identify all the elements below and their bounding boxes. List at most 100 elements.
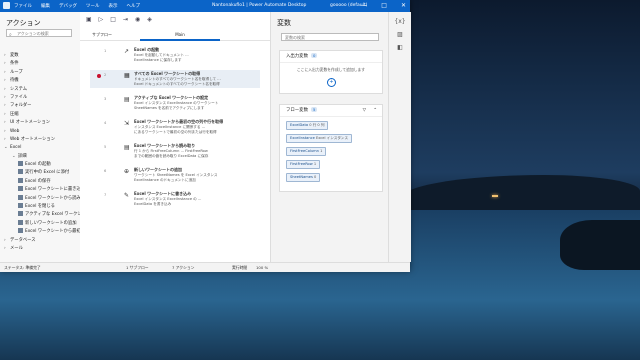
- action-tree-label: Web: [10, 128, 20, 134]
- menu-edit[interactable]: 編集: [41, 3, 50, 9]
- web-recorder-icon[interactable]: ◈: [147, 16, 152, 23]
- flow-variable-chip[interactable]: FirstFreeRow 1: [286, 160, 321, 169]
- action-tree-item[interactable]: Excel を閉じる: [4, 203, 80, 211]
- excel-action-icon: ↗: [124, 48, 130, 55]
- menu-tools[interactable]: ツール: [86, 3, 100, 9]
- action-tree-item[interactable]: アクティブな Excel ワークシート...: [4, 211, 80, 219]
- flow-step[interactable]: 2 ▦ すべての Excel ワークシートの取得 ドキュメントのすべてのワークシート名…: [90, 70, 260, 88]
- action-tree-label: フォルダー: [10, 103, 32, 109]
- status-text: ステータス: 準備完了: [4, 265, 41, 270]
- desktop-hill: [400, 175, 640, 215]
- variable-value: 1: [320, 149, 323, 153]
- action-tree-item[interactable]: Excel の起動: [4, 161, 80, 169]
- action-tree-item[interactable]: 新しいワークシートの追加: [4, 219, 80, 228]
- io-variables-header[interactable]: 入出力変数 0: [280, 51, 382, 63]
- flow-variables-label: フロー変数: [286, 108, 308, 113]
- menu-view[interactable]: 表示: [109, 3, 118, 9]
- stop-icon[interactable]: □: [110, 16, 116, 23]
- action-tree-item[interactable]: › ファイル: [4, 94, 80, 102]
- images-rail-icon[interactable]: ▨: [389, 31, 411, 38]
- action-tree-item[interactable]: › UI オートメーション: [4, 119, 80, 127]
- collapse-icon[interactable]: ⌃: [373, 105, 377, 116]
- action-tree-item[interactable]: Excel ワークシートから読み込む: [4, 194, 80, 203]
- flow-designer: ▣ ▷ □ ⇥ ◉ ◈ サブフロー Main 1 ↗ Excel の起動 Excel …: [80, 12, 270, 262]
- action-tree-item[interactable]: ⌄ 詳細: [4, 153, 80, 161]
- ui-elements-rail-icon[interactable]: ◧: [389, 44, 411, 51]
- menu-help[interactable]: ヘルプ: [127, 3, 141, 9]
- menu-debug[interactable]: デバッグ: [59, 3, 77, 9]
- excel-action-icon: ⊕: [124, 168, 130, 175]
- step-number: 6: [104, 169, 107, 173]
- flow-variable-chip[interactable]: ExcelInstance Excel インスタンス: [286, 134, 353, 143]
- breakpoint-icon[interactable]: [97, 74, 101, 78]
- action-icon: [18, 194, 23, 200]
- action-tree-item[interactable]: › 圧縮: [4, 111, 80, 119]
- save-icon[interactable]: ▣: [86, 16, 92, 23]
- action-tree-item[interactable]: › メール: [4, 245, 80, 253]
- action-tree-item[interactable]: › 待機: [4, 77, 80, 85]
- flow-step[interactable]: 7 ✎ Excel ワークシートに書き込み Excel インスタンス ExcelIns…: [90, 190, 260, 208]
- tab-main[interactable]: Main: [140, 30, 220, 41]
- step-description: 行 1 から FirstFreeColumn ... FirstFreeRow …: [134, 149, 209, 158]
- flow-step[interactable]: 4 ⇲ Excel ワークシートから最初の空の列や行を取得 インスタンス ExcelI…: [90, 118, 260, 136]
- window-title: Nantonakuflo1 | Power Automate Desktop: [212, 3, 307, 8]
- variables-search-input[interactable]: 変数の検索: [281, 33, 379, 41]
- actions-pane: アクション ⌕ アクションの検索 › 変数 › 条件 › ループ › 待機 › システム › ファイル…: [0, 12, 81, 262]
- variable-name: SheetNames: [290, 175, 313, 179]
- flow-step[interactable]: 5 ▤ Excel ワークシートから読み取り行 1 から FirstFreeColu…: [90, 142, 260, 160]
- action-tree-label: Excel ワークシートから読み込む: [25, 195, 80, 201]
- action-tree-item[interactable]: › Web オートメーション: [4, 136, 80, 144]
- action-tree-item[interactable]: Excel ワークシートに書き込む: [4, 186, 80, 194]
- step-number: 5: [104, 145, 107, 149]
- flow-step[interactable]: 6 ⊕ 新しいワークシートの追加 ワークシート SheetNames を Excel …: [90, 166, 260, 184]
- action-tree-item[interactable]: › システム: [4, 86, 80, 94]
- action-tree-label: Excel: [10, 145, 22, 151]
- action-tree-label: UI オートメーション: [10, 120, 51, 126]
- action-tree-label: 新しいワークシートの追加: [25, 220, 77, 226]
- filter-icon[interactable]: ▽: [363, 105, 366, 116]
- flow-step[interactable]: 3 ▤ アクティブな Excel ワークシートの設定 Excel インスタンス Exc…: [90, 94, 260, 112]
- step-number: 7: [104, 193, 107, 197]
- maximize-button[interactable]: □: [381, 2, 387, 9]
- action-tree-item[interactable]: › データベース: [4, 237, 80, 245]
- variable-name: FirstFreeRow: [290, 162, 313, 166]
- action-tree-item[interactable]: Excel ワークシートから最初...: [4, 228, 80, 236]
- action-tree-label: システム: [10, 86, 28, 92]
- flow-variable-chip[interactable]: FirstFreeColumn 1: [286, 147, 327, 156]
- flow-step[interactable]: 1 ↗ Excel の起動 Excel を起動してドキュメント ... ExcelIn…: [90, 46, 260, 64]
- action-tree-item[interactable]: › Web: [4, 128, 80, 136]
- subflows-dropdown[interactable]: サブフロー: [92, 32, 112, 38]
- flow-variable-chip[interactable]: SheetNames 0: [286, 173, 321, 182]
- actions-search-input[interactable]: ⌕ アクションの検索: [6, 29, 72, 38]
- step-description: インスタンス ExcelInstance に関係する ... にあるワークシート…: [134, 125, 217, 134]
- excel-action-icon: ▤: [124, 144, 130, 151]
- variables-rail-icon[interactable]: {x}: [389, 18, 411, 25]
- action-tree-label: Web オートメーション: [10, 136, 56, 142]
- close-button[interactable]: ✕: [401, 2, 406, 9]
- flow-variables-header[interactable]: フロー変数 5 ▽ ⌃: [280, 105, 382, 117]
- action-tree-label: メール: [10, 245, 23, 251]
- action-tree-item[interactable]: › ループ: [4, 69, 80, 77]
- action-tree-item[interactable]: › 変数: [4, 52, 80, 60]
- zoom-level[interactable]: 100 %: [256, 265, 268, 270]
- action-tree-label: Excel の起動: [25, 162, 51, 168]
- flow-variable-chip[interactable]: ExcelData 0 行 0 列: [286, 121, 329, 130]
- step-number: 2: [104, 73, 107, 77]
- action-tree-item[interactable]: › 条件: [4, 60, 80, 68]
- action-tree-item[interactable]: › フォルダー: [4, 102, 80, 110]
- add-io-variable-icon[interactable]: +: [327, 78, 336, 87]
- step-description: Excel インスタンス ExcelInstance のワークシート Sheet…: [134, 101, 219, 110]
- io-variables-label: 入出力変数: [286, 54, 308, 59]
- menu-bar: ファイル 編集 デバッグ ツール 表示 ヘルプ: [14, 3, 140, 9]
- run-time: 実行時間: [232, 265, 248, 270]
- action-tree-item[interactable]: Excel の保存: [4, 177, 80, 186]
- menu-file[interactable]: ファイル: [14, 3, 32, 9]
- step-icon[interactable]: ⇥: [123, 16, 128, 23]
- io-variables-panel: 入出力変数 0 ここに入出力変数を作成して追加します +: [279, 50, 383, 94]
- run-icon[interactable]: ▷: [99, 16, 104, 23]
- action-tree-item[interactable]: ⌄ Excel: [4, 144, 80, 152]
- action-tree-item[interactable]: 実行中の Excel に添付: [4, 169, 80, 177]
- minimize-button[interactable]: —: [361, 2, 367, 9]
- action-icon: [18, 169, 23, 175]
- recorder-icon[interactable]: ◉: [135, 16, 140, 23]
